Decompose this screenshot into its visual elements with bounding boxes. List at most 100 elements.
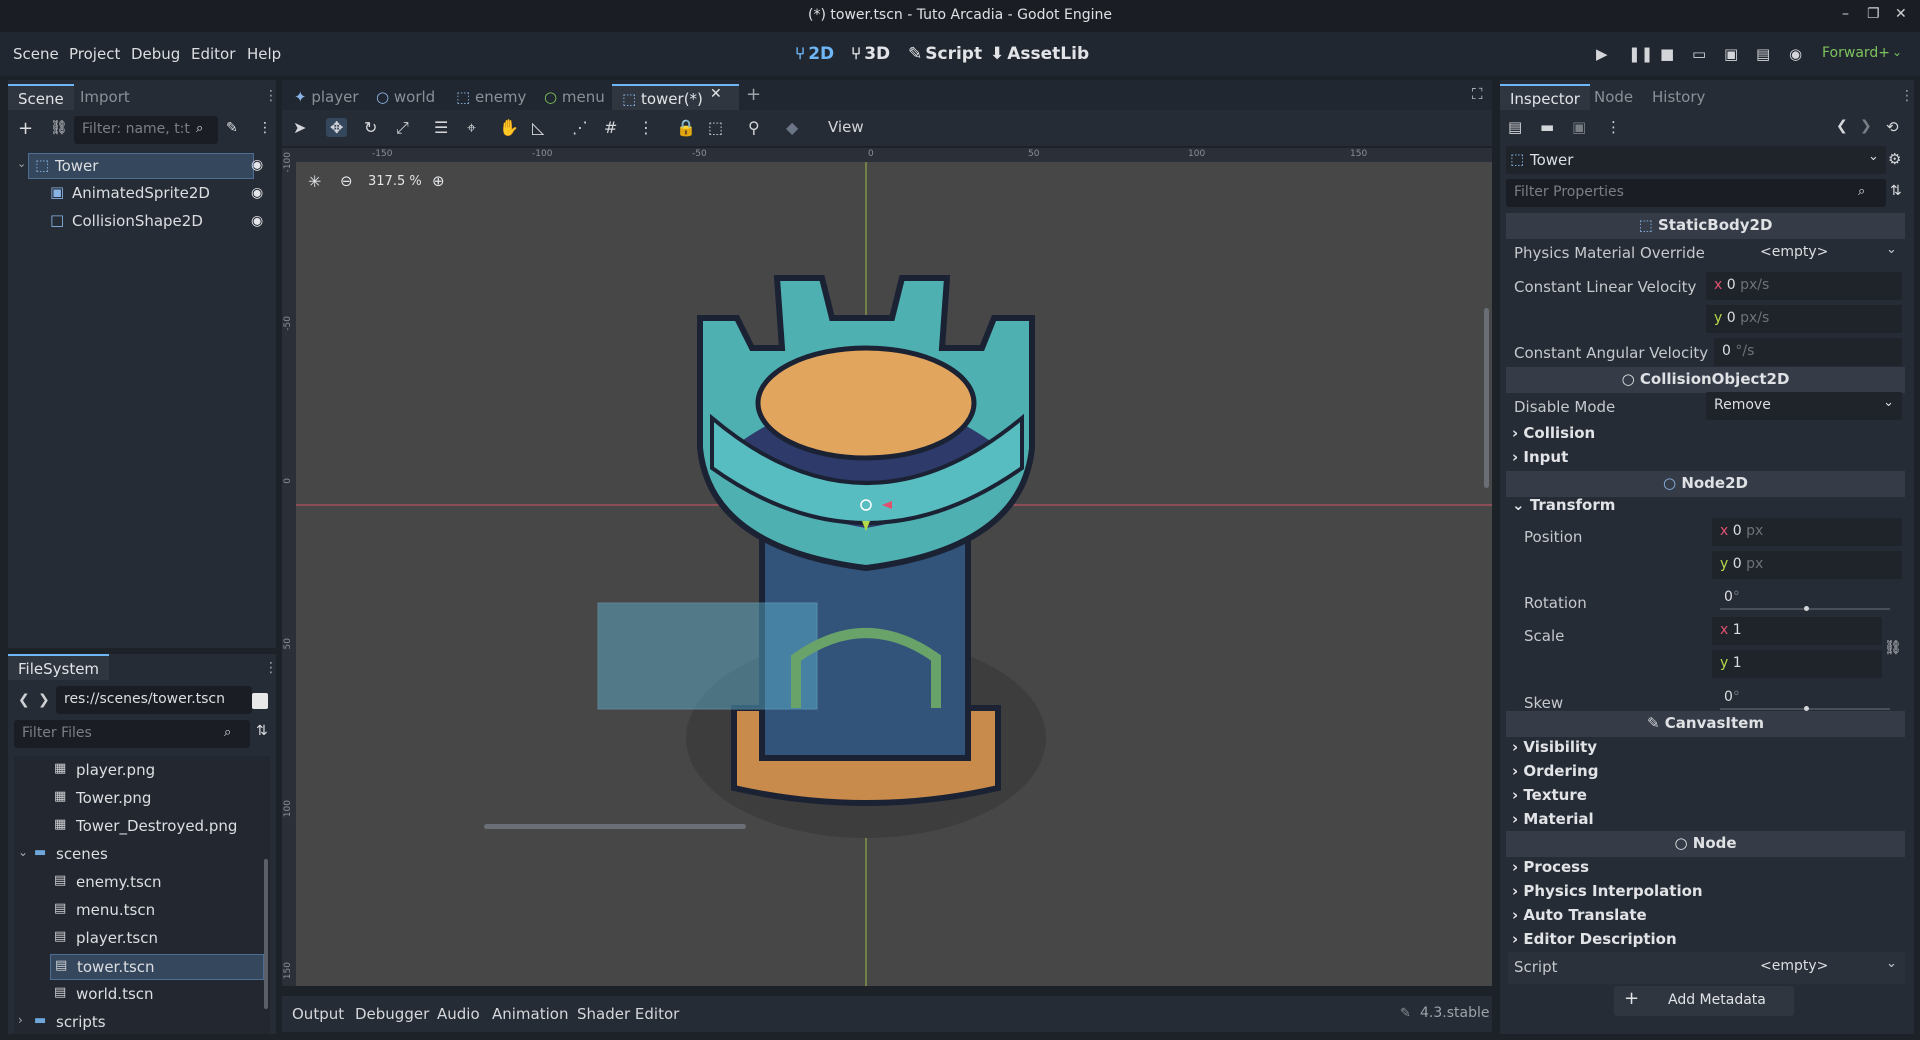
folder-item[interactable]: › ▬ scripts bbox=[18, 1010, 264, 1034]
file-item[interactable]: ▦ Tower.png bbox=[50, 786, 264, 812]
property-filter-input[interactable]: Filter Properties bbox=[1506, 179, 1886, 207]
add-metadata-button[interactable]: + Add Metadata bbox=[1614, 986, 1794, 1016]
play-scene-icon[interactable]: ▣ bbox=[1724, 45, 1738, 63]
file-filter-input[interactable]: Filter Files bbox=[14, 720, 250, 748]
file-item[interactable]: ▤ menu.tscn bbox=[50, 898, 264, 924]
horizontal-scrollbar[interactable] bbox=[484, 824, 746, 829]
ruler-tool-icon[interactable]: ◺ bbox=[532, 118, 544, 137]
workspace-3d-button[interactable]: ⑂ 3D bbox=[851, 44, 890, 64]
file-item[interactable]: ▤ world.tscn bbox=[50, 982, 264, 1008]
menu-debug[interactable]: Debug bbox=[131, 45, 180, 63]
chevron-down-icon[interactable]: ⌄ bbox=[17, 157, 26, 170]
remote-debug-icon[interactable]: ▭ bbox=[1692, 45, 1706, 63]
pan-tool-icon[interactable]: ✋ bbox=[499, 118, 519, 137]
group-process[interactable]: › Process bbox=[1512, 858, 1589, 876]
scale-y-field[interactable]: y 1 bbox=[1712, 650, 1882, 678]
workspace-2d-button[interactable]: ⑂ 2D bbox=[795, 44, 834, 64]
horizontal-ruler[interactable]: -150 -100 -50 0 50 100 150 bbox=[282, 148, 1492, 162]
add-tab-icon[interactable]: + bbox=[746, 84, 761, 105]
property-options-icon[interactable]: ⇅ bbox=[1890, 183, 1902, 199]
file-item[interactable]: ▦ Tower_Destroyed.png bbox=[50, 814, 264, 840]
lock-icon[interactable]: 🔒 bbox=[676, 118, 696, 137]
chevron-right-icon[interactable]: › bbox=[18, 1013, 23, 1027]
scrollbar[interactable] bbox=[264, 859, 268, 1009]
linear-velocity-x-field[interactable]: x 0 px/s bbox=[1706, 272, 1902, 300]
history-forward-icon[interactable]: ❯ bbox=[1860, 118, 1872, 134]
movie-maker-icon[interactable]: ◉ bbox=[1789, 45, 1802, 63]
zoom-level[interactable]: 317.5 % bbox=[368, 174, 422, 189]
bone-icon[interactable]: ⚲ bbox=[748, 118, 760, 137]
physics-material-value[interactable]: <empty> bbox=[1760, 244, 1828, 260]
chevron-down-icon[interactable]: ⌄ bbox=[1886, 956, 1897, 971]
tab-output[interactable]: Output bbox=[292, 1005, 344, 1023]
group-icon[interactable]: ⬚ bbox=[708, 118, 723, 137]
angular-velocity-field[interactable]: 0 °/s bbox=[1714, 338, 1902, 366]
split-mode-icon[interactable] bbox=[252, 693, 268, 709]
stop-icon[interactable]: ■ bbox=[1660, 45, 1674, 63]
disable-mode-select[interactable]: Remove ⌄ bbox=[1706, 392, 1902, 420]
vertical-ruler[interactable]: -100 -50 0 50 100 150 bbox=[282, 148, 296, 986]
tree-node-collisionshape[interactable]: □ CollisionShape2D bbox=[44, 209, 244, 235]
chevron-down-icon[interactable]: ⌄ bbox=[1886, 242, 1897, 257]
zoom-out-icon[interactable]: ⊖ bbox=[340, 172, 353, 190]
resource-options-icon[interactable]: ⋮ bbox=[1606, 118, 1621, 136]
position-y-field[interactable]: y 0 px bbox=[1712, 551, 1902, 579]
tab-animation[interactable]: Animation bbox=[492, 1005, 568, 1023]
group-editor-description[interactable]: › Editor Description bbox=[1512, 930, 1677, 948]
menu-editor[interactable]: Editor bbox=[191, 45, 235, 63]
snap-options-icon[interactable]: ⋮ bbox=[638, 118, 654, 137]
group-auto-translate[interactable]: › Auto Translate bbox=[1512, 906, 1647, 924]
group-ordering[interactable]: › Ordering bbox=[1512, 762, 1598, 780]
list-select-icon[interactable]: ☰ bbox=[434, 118, 448, 137]
group-texture[interactable]: › Texture bbox=[1512, 786, 1587, 804]
group-visibility[interactable]: › Visibility bbox=[1512, 738, 1597, 756]
group-transform[interactable]: ⌄ Transform bbox=[1512, 496, 1615, 514]
file-item[interactable]: ▦ player.png bbox=[50, 758, 264, 784]
save-resource-icon[interactable]: ▣ bbox=[1572, 118, 1586, 136]
position-x-field[interactable]: x 0 px bbox=[1712, 518, 1902, 546]
renderer-select[interactable]: Forward+ bbox=[1822, 45, 1890, 61]
attach-script-icon[interactable]: ✎ bbox=[226, 120, 238, 136]
new-resource-icon[interactable]: ▤ bbox=[1508, 118, 1522, 136]
play-custom-scene-icon[interactable]: ▤ bbox=[1756, 45, 1770, 63]
add-node-icon[interactable]: + bbox=[18, 118, 33, 139]
tab-filesystem[interactable]: FileSystem bbox=[8, 654, 110, 680]
tab-audio[interactable]: Audio bbox=[437, 1005, 480, 1023]
visibility-eye-icon[interactable]: ◉ bbox=[251, 213, 263, 229]
node-selector[interactable]: ⬚ Tower ⌄ bbox=[1506, 146, 1886, 174]
file-item[interactable]: ▤ enemy.tscn bbox=[50, 870, 264, 896]
group-input[interactable]: › Input bbox=[1512, 448, 1568, 466]
smart-snap-icon[interactable]: ⋰ bbox=[572, 118, 588, 137]
menu-project[interactable]: Project bbox=[69, 45, 120, 63]
zoom-in-icon[interactable]: ⊕ bbox=[432, 172, 445, 190]
tab-player[interactable]: ✦ player bbox=[284, 84, 369, 110]
minimize-icon[interactable]: – bbox=[1842, 6, 1849, 22]
dock-menu-icon[interactable]: ⋮ bbox=[1900, 88, 1914, 104]
pause-icon[interactable]: ❚❚ bbox=[1628, 45, 1653, 63]
menu-help[interactable]: Help bbox=[247, 45, 281, 63]
dock-menu-icon[interactable]: ⋮ bbox=[264, 88, 278, 104]
rotation-slider[interactable]: 0° bbox=[1716, 584, 1896, 612]
workspace-script-button[interactable]: ✎ Script bbox=[908, 44, 982, 64]
scale-x-field[interactable]: x 1 bbox=[1712, 617, 1882, 645]
tab-debugger[interactable]: Debugger bbox=[355, 1005, 429, 1023]
open-resource-icon[interactable]: ▬ bbox=[1540, 118, 1554, 136]
pivot-tool-icon[interactable]: ⌖ bbox=[467, 118, 476, 138]
tab-history[interactable]: History bbox=[1642, 84, 1715, 110]
scene-options-icon[interactable]: ⋮ bbox=[258, 120, 272, 136]
link-icon[interactable]: ⛓ bbox=[50, 120, 68, 136]
link-icon[interactable]: ⛓ bbox=[1884, 640, 1902, 656]
view-menu[interactable]: View bbox=[828, 118, 864, 136]
grid-snap-icon[interactable]: # bbox=[604, 118, 617, 137]
script-value[interactable]: <empty> bbox=[1760, 958, 1828, 974]
sort-icon[interactable]: ⇅ bbox=[256, 723, 268, 739]
viewport-canvas[interactable] bbox=[282, 148, 1492, 986]
skew-slider[interactable]: 0° bbox=[1716, 684, 1896, 712]
object-menu-icon[interactable]: ⚙ bbox=[1888, 150, 1901, 168]
tab-scene[interactable]: Scene bbox=[8, 84, 74, 110]
rotate-tool-icon[interactable]: ↻ bbox=[364, 118, 377, 137]
visibility-icon[interactable]: ◆ bbox=[786, 118, 798, 137]
file-item[interactable]: ▤ tower.tscn bbox=[50, 954, 264, 980]
visibility-eye-icon[interactable]: ◉ bbox=[251, 157, 263, 173]
tab-enemy[interactable]: ⬚ enemy bbox=[446, 84, 536, 110]
